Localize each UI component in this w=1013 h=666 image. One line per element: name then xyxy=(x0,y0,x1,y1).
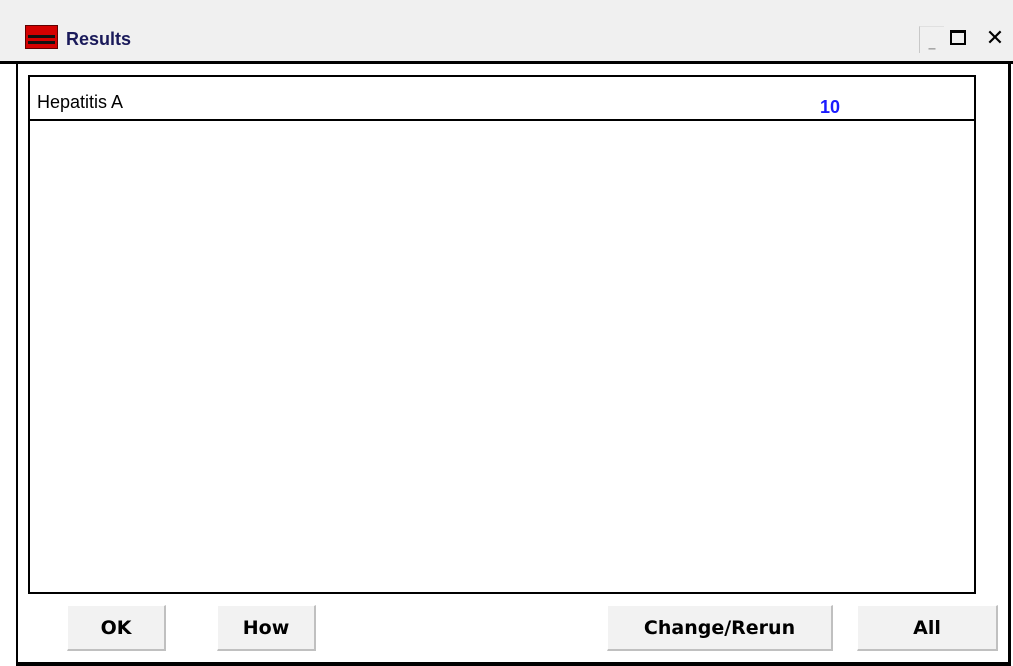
result-row[interactable]: Hepatitis A 10 xyxy=(30,77,974,121)
maximize-icon xyxy=(950,30,966,45)
ok-button[interactable]: OK xyxy=(67,605,166,651)
result-value: 10 xyxy=(820,97,841,117)
window-border-left xyxy=(16,64,18,666)
close-button[interactable]: ✕ xyxy=(983,26,1007,52)
results-list[interactable]: Hepatitis A 10 xyxy=(28,75,976,594)
results-window: Results _ ✕ Hepatitis A 10 OK How Change… xyxy=(0,0,1013,666)
all-button[interactable]: All xyxy=(857,605,998,651)
app-logo-icon xyxy=(25,25,58,49)
change-rerun-button[interactable]: Change/Rerun xyxy=(607,605,833,651)
window-title: Results xyxy=(66,29,132,49)
window-border-bottom xyxy=(16,662,1011,666)
maximize-button[interactable] xyxy=(947,26,971,52)
title-bar[interactable]: Results _ ✕ xyxy=(0,0,1013,64)
close-icon: ✕ xyxy=(985,26,1005,51)
window-border-right xyxy=(1008,64,1011,666)
how-button[interactable]: How xyxy=(217,605,316,651)
result-name: Hepatitis A xyxy=(37,92,124,112)
minimize-button[interactable]: _ xyxy=(919,26,944,53)
minimize-icon: _ xyxy=(928,34,936,50)
